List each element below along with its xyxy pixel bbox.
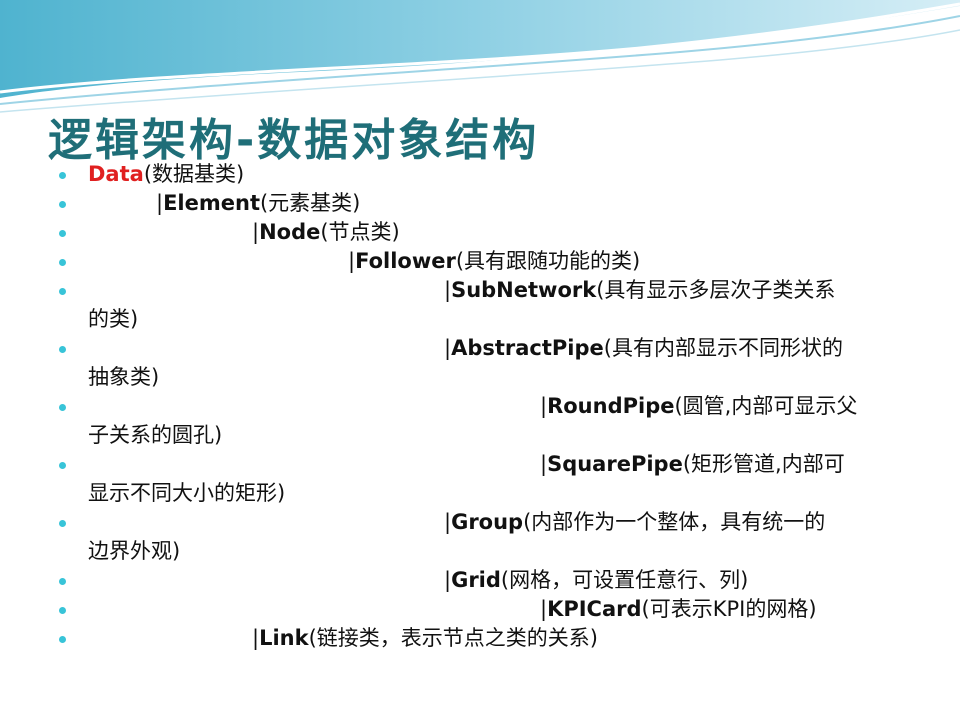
class-description: (矩形管道,内部可	[682, 452, 845, 476]
bullet-icon	[59, 462, 66, 469]
bullet-icon	[59, 230, 66, 237]
bullet-icon	[59, 520, 66, 527]
list-item-group: |Group(内部作为一个整体，具有统一的 边界外观)	[0, 508, 898, 566]
list-item-kpicard: |KPICard(可表示KPI的网格)	[0, 595, 898, 624]
bullet-icon	[59, 288, 66, 295]
list-item-element: |Element(元素基类)	[0, 189, 898, 218]
class-description: (元素基类)	[259, 191, 361, 215]
list-item-squarepipe: |SquarePipe(矩形管道,内部可 显示不同大小的矩形)	[0, 450, 898, 508]
class-name: Link	[259, 626, 309, 650]
class-name: RoundPipe	[547, 394, 675, 418]
bullet-icon	[59, 578, 66, 585]
class-description: (具有显示多层次子类关系	[596, 278, 836, 302]
class-name: Group	[451, 510, 524, 534]
list-item-roundpipe: |RoundPipe(圆管,内部可显示父 子关系的圆孔)	[0, 392, 898, 450]
bullet-icon	[59, 607, 66, 614]
class-description-continued: 显示不同大小的矩形)	[88, 481, 286, 505]
class-description: (可表示KPI的网格)	[641, 597, 817, 621]
bullet-icon	[59, 346, 66, 353]
class-name: Node	[259, 220, 321, 244]
list-item-grid: |Grid(网格，可设置任意行、列)	[0, 566, 898, 595]
class-description: (数据基类)	[143, 162, 245, 186]
list-item-subnetwork: |SubNetwork(具有显示多层次子类关系 的类)	[0, 276, 898, 334]
class-name: AbstractPipe	[451, 336, 604, 360]
class-name: Follower	[355, 249, 456, 273]
class-description-continued: 子关系的圆孔)	[88, 423, 223, 447]
class-description: (内部作为一个整体，具有统一的	[523, 510, 826, 534]
bullet-icon	[59, 259, 66, 266]
class-name: KPICard	[547, 597, 642, 621]
class-hierarchy-list: Data(数据基类) |Element(元素基类) |Node(节点类) |Fo…	[0, 160, 960, 653]
list-item-follower: |Follower(具有跟随功能的类)	[0, 247, 898, 276]
slide-title: 逻辑架构-数据对象结构	[48, 115, 540, 166]
class-description: (网格，可设置任意行、列)	[500, 568, 749, 592]
list-item-node: |Node(节点类)	[0, 218, 898, 247]
class-description: (具有跟随功能的类)	[455, 249, 641, 273]
class-description: (节点类)	[320, 220, 400, 244]
bullet-icon	[59, 172, 66, 179]
bullet-icon	[59, 636, 66, 643]
class-name: Element	[163, 191, 260, 215]
bullet-icon	[59, 404, 66, 411]
class-name: SubNetwork	[451, 278, 597, 302]
list-item-data: Data(数据基类)	[0, 160, 898, 189]
list-item-abstractpipe: |AbstractPipe(具有内部显示不同形状的 抽象类)	[0, 334, 898, 392]
class-name: Grid	[451, 568, 501, 592]
class-name: Data	[88, 162, 144, 186]
class-description-continued: 的类)	[88, 307, 139, 331]
header-wave-decoration	[0, 0, 960, 113]
class-description: (链接类，表示节点之类的关系)	[308, 626, 598, 650]
class-description-continued: 边界外观)	[88, 539, 181, 563]
class-description: (具有内部显示不同形状的	[603, 336, 843, 360]
list-item-link: |Link(链接类，表示节点之类的关系)	[0, 624, 898, 653]
class-description-continued: 抽象类)	[88, 365, 160, 389]
class-description: (圆管,内部可显示父	[674, 394, 858, 418]
bullet-icon	[59, 201, 66, 208]
class-name: SquarePipe	[547, 452, 683, 476]
